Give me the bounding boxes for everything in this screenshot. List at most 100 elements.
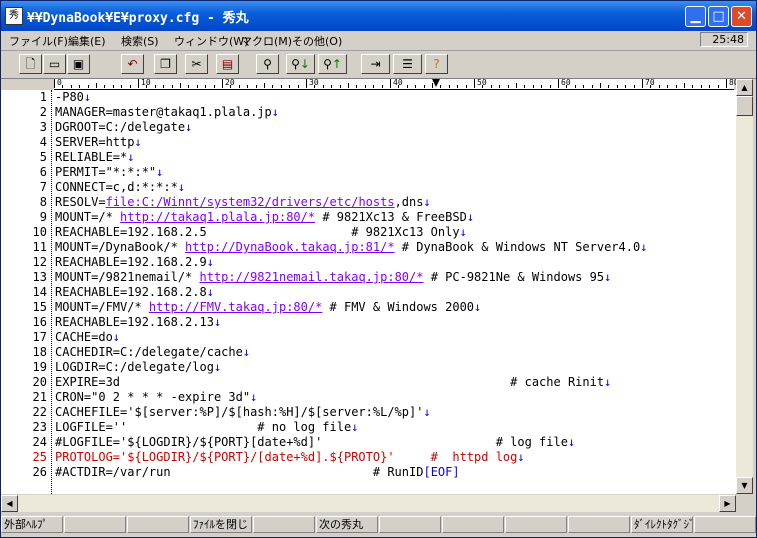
url-link[interactable]: http://FMV.takaq.jp:80/* [149, 300, 322, 314]
function-key-7[interactable] [379, 516, 441, 533]
text-editor-area[interactable]: 1 -P80↓ 2 MANAGER=master@takaq1.plala.jp↓ 3 D… [1, 90, 736, 494]
return-mark-icon: ↓ [604, 270, 612, 284]
arrow-up-icon: ▲ [741, 83, 748, 92]
copy-button[interactable]: ❐ [154, 54, 177, 74]
function-key-4[interactable]: ﾌｧｲﾙを閉じ [190, 516, 252, 533]
line-number: 2 [39, 105, 47, 119]
find-next-down-icon: ⚲↓ [291, 57, 310, 71]
function-key-12[interactable] [694, 516, 756, 533]
return-mark-icon: ↓ [423, 195, 431, 209]
function-key-2[interactable] [64, 516, 126, 533]
line-number: 26 [32, 465, 47, 479]
ruler-tick [457, 85, 459, 88]
return-mark-icon: ↓ [242, 345, 251, 359]
line-number: 14 [32, 285, 47, 299]
undo-button[interactable]: ↶ [121, 54, 144, 74]
line-text: MOUNT=/9821nemail/* http://9821nemail.ta… [55, 270, 611, 285]
horizontal-scrollbar[interactable]: ◀ ▶ [1, 495, 736, 512]
menu-search[interactable]: 検索(S) [121, 33, 159, 49]
function-key-bar: 外部ﾍﾙﾌﾟ ﾌｧｲﾙを閉じ 次の秀丸 ﾀﾞｲﾚｸﾄﾀｸﾞｼﾞ [1, 514, 756, 536]
function-key-9[interactable] [505, 516, 567, 533]
help-button[interactable]: ? [425, 54, 448, 74]
menu-window[interactable]: ウィンドウ(W) [174, 33, 248, 49]
vertical-scrollbar[interactable]: ▲ ▼ [736, 79, 753, 494]
line-number: 19 [32, 360, 47, 374]
ruler-mark: 10 [141, 78, 151, 87]
undo-icon: ↶ [127, 57, 138, 71]
return-mark-icon: ↓ [604, 375, 612, 389]
scroll-right-button[interactable]: ▶ [719, 495, 736, 512]
line-text-segment: -P80 [55, 90, 84, 104]
arrow-left-icon: ◀ [6, 499, 13, 508]
split-window-button[interactable]: ☰ [393, 54, 422, 74]
ruler-tick [684, 83, 685, 88]
scroll-up-button[interactable]: ▲ [736, 79, 753, 96]
return-mark-icon: ↓ [459, 225, 467, 239]
ruler-tick [238, 85, 240, 88]
function-key-10[interactable] [568, 516, 630, 533]
ruler-tick [373, 85, 375, 88]
line-number: 24 [32, 435, 47, 449]
menu-file[interactable]: ファイル(F) [9, 33, 68, 49]
function-key-11[interactable]: ﾀﾞｲﾚｸﾄﾀｸﾞｼﾞ [631, 516, 693, 533]
line-text-segment: #ACTDIR=/var/run # RunID [55, 465, 424, 479]
menu-edit[interactable]: 編集(E) [68, 33, 106, 49]
ruler-tick [633, 85, 635, 88]
line-text-segment: MOUNT=/9821nemail/* [55, 270, 200, 284]
ruler[interactable]: 0 10 20 30 40 50 60 70 80 [54, 78, 739, 90]
ruler-tick [700, 85, 702, 88]
ruler-mark: 50 [477, 78, 487, 87]
line-text-segment: MOUNT=/* [55, 210, 121, 224]
save-button[interactable]: ▣ [67, 54, 90, 74]
function-key-1[interactable]: 外部ﾍﾙﾌﾟ [1, 516, 63, 533]
function-key-3[interactable] [127, 516, 189, 533]
tag-jump-button[interactable]: ⇥ [361, 54, 390, 74]
line-text: PERMIT="*:*:*"↓ [55, 165, 163, 180]
ruler-tick [541, 85, 543, 88]
line-text-segment: CONNECT=c,d:*:*:* [55, 180, 178, 194]
function-key-5[interactable] [253, 516, 315, 533]
close-button[interactable]: ✕ [731, 6, 752, 27]
open-file-button[interactable]: ▭ [43, 54, 66, 74]
ruler-tick [474, 79, 475, 88]
ruler-tick [717, 85, 719, 88]
menu-other[interactable]: その他(O) [292, 33, 342, 49]
minimize-button[interactable]: ▁ [685, 6, 706, 27]
ruler-tick [507, 85, 509, 88]
scroll-thumb[interactable] [736, 96, 753, 116]
line-text-segment: LOGFILE='' # no log file [55, 420, 352, 434]
paste-button[interactable]: ▤ [216, 54, 239, 74]
url-link[interactable]: http://takaq1.plala.jp:80/* [120, 210, 315, 224]
ruler-tick [129, 85, 131, 88]
maximize-button[interactable]: □ [708, 6, 729, 27]
line-text-segment: CRON="0 2 * * * -expire 3d" [55, 390, 251, 404]
new-file-button[interactable]: 🗋 [19, 54, 42, 74]
url-link[interactable]: http://9821nemail.takaq.jp:80/* [200, 270, 424, 284]
title-bar[interactable]: 秀 ¥¥DynaBook¥E¥proxy.cfg - 秀丸 ▁ □ ✕ [1, 1, 756, 31]
ruler-tick [406, 85, 408, 88]
ruler-tick [188, 85, 190, 88]
app-icon[interactable]: 秀 [5, 7, 23, 25]
url-link[interactable]: http://DynaBook.takaq.jp:81/* [185, 240, 395, 254]
ruler-tick [171, 85, 173, 88]
ruler-mark: 30 [309, 78, 319, 87]
function-key-6[interactable]: 次の秀丸 [316, 516, 378, 533]
line-text: EXPIRE=3d # cache Rinit↓ [55, 375, 611, 390]
scroll-down-button[interactable]: ▼ [736, 477, 753, 494]
scroll-left-button[interactable]: ◀ [1, 495, 18, 512]
find-next-up-button[interactable]: ⚲↑ [318, 54, 347, 74]
function-key-8[interactable] [442, 516, 504, 533]
line-number: 8 [39, 195, 47, 209]
find-next-down-button[interactable]: ⚲↓ [286, 54, 315, 74]
line-text: REACHABLE=192.168.2.9↓ [55, 255, 214, 270]
line-text: RESOLV=file:C:/Winnt/system32/drivers/et… [55, 195, 431, 210]
url-link[interactable]: file:C:/Winnt/system32/drivers/etc/hosts [106, 195, 395, 209]
line-text-segment: MOUNT=/FMV/* [55, 300, 149, 314]
cut-button[interactable]: ✂ [185, 54, 208, 74]
line-text: LOGFILE='' # no log file↓ [55, 420, 358, 435]
find-button[interactable]: ⚲ [256, 54, 279, 74]
help-icon: ? [433, 57, 440, 71]
menu-macro[interactable]: マクロ(M) [241, 33, 292, 49]
return-mark-icon: ↓ [177, 180, 186, 194]
line-text-segment: REACHABLE=192.168.2.8 [55, 285, 207, 299]
